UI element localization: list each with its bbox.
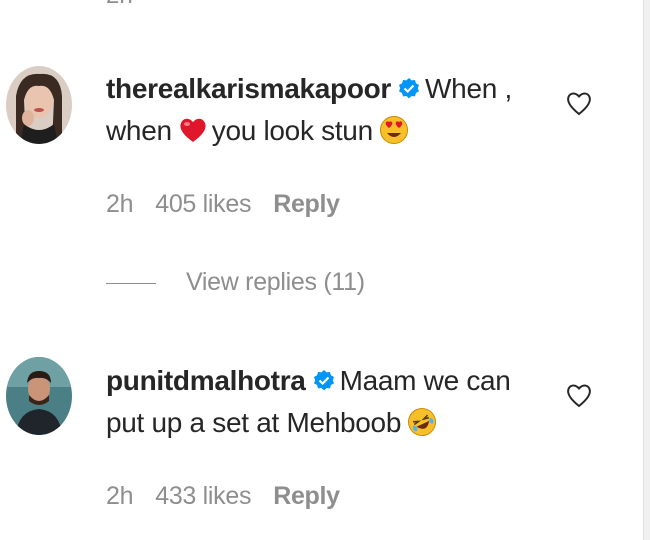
scrollbar-track[interactable] — [643, 0, 650, 540]
view-replies-button[interactable]: View replies (11) — [106, 268, 365, 297]
comment-text-line2: put up a set at Mehboob — [106, 407, 402, 438]
rolling-on-floor-laughing-icon — [407, 407, 437, 437]
comment-timestamp: 2h — [106, 190, 134, 218]
comment-meta: 2h 433 likes Reply — [106, 482, 362, 511]
red-heart-icon — [178, 115, 208, 145]
comment-username[interactable]: punitdmalhotra — [106, 365, 306, 396]
comment-text: punitdmalhotra Maam we can put up a set a… — [106, 360, 536, 444]
comment-likes-count[interactable]: 433 likes — [155, 482, 251, 510]
view-replies-label[interactable]: View replies (11) — [186, 268, 365, 296]
reply-button[interactable]: Reply — [273, 190, 340, 218]
comment-text-line3: you look stun — [211, 115, 373, 146]
comment-username[interactable]: therealkarismakapoor — [106, 73, 391, 104]
like-heart-icon[interactable] — [564, 380, 594, 410]
heart-eyes-face-icon — [379, 115, 409, 145]
verified-badge-icon — [397, 71, 421, 99]
comment-timestamp: 2h — [106, 482, 134, 510]
like-heart-icon[interactable] — [564, 88, 594, 118]
previous-comment-timestamp: 2h — [106, 0, 133, 8]
avatar[interactable] — [6, 357, 72, 435]
comment-likes-count[interactable]: 405 likes — [155, 190, 251, 218]
avatar[interactable] — [6, 66, 72, 144]
comment-meta: 2h 405 likes Reply — [106, 190, 362, 219]
comment-text-line2: when — [106, 115, 172, 146]
verified-badge-icon — [312, 363, 336, 391]
view-replies-divider — [106, 282, 156, 284]
reply-button[interactable]: Reply — [273, 482, 340, 510]
comment-text: therealkarismakapoor When , when you look … — [106, 68, 536, 152]
comment-text-line1: Maam we can — [339, 365, 511, 396]
comment-text-line1: When , — [425, 73, 512, 104]
